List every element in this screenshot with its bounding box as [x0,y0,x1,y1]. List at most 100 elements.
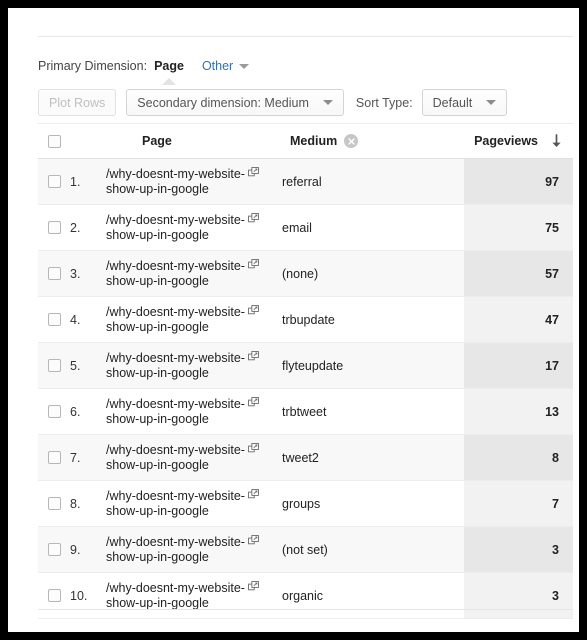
row-index: 4. [70,312,81,327]
row-checkbox[interactable] [47,267,61,280]
plot-rows-button[interactable]: Plot Rows [38,89,117,116]
row-select-cell [38,251,70,296]
page-url-line1: /why-doesnt-my-website- [106,259,245,273]
header-page[interactable]: Page [106,134,278,148]
report-panel: Primary Dimension: Page Other Plot Rows … [8,8,579,632]
row-medium-cell: (not set) [278,527,464,572]
row-checkbox[interactable] [47,175,61,188]
table-row: 3. /why-doesnt-my-website-show-up-in-goog… [38,251,573,297]
medium-value: email [282,220,312,235]
row-select-cell [38,159,70,204]
sort-type-dropdown[interactable]: Default [421,89,508,116]
row-page-cell: /why-doesnt-my-website-show-up-in-google [106,297,278,342]
page-url-line2: show-up-in-google [106,504,209,518]
page-link[interactable]: /why-doesnt-my-website-show-up-in-google [106,535,245,565]
row-select-cell [38,435,70,480]
medium-value: flyteupdate [282,358,344,373]
medium-value: tweet2 [282,450,319,465]
page-url-line1: /why-doesnt-my-website- [106,489,245,503]
row-medium-cell: trbupdate [278,297,464,342]
row-checkbox[interactable] [47,497,61,510]
medium-value: (not set) [282,542,328,557]
page-url-line2: show-up-in-google [106,228,209,242]
row-index: 5. [70,358,81,373]
row-page-cell: /why-doesnt-my-website-show-up-in-google [106,205,278,250]
row-checkbox[interactable] [47,313,61,326]
medium-value: trbtweet [282,404,327,419]
primary-dimension-page-label: Page [154,59,184,73]
medium-value: (none) [282,266,319,281]
page-link[interactable]: /why-doesnt-my-website-show-up-in-google [106,581,245,611]
row-pageviews-cell: 7 [464,481,573,526]
external-link-icon[interactable] [248,351,259,366]
row-medium-cell: (none) [278,251,464,296]
table-body: 1. /why-doesnt-my-website-show-up-in-goog… [38,159,573,619]
arrow-down-icon[interactable] [550,133,563,149]
page-link[interactable]: /why-doesnt-my-website-show-up-in-google [106,213,245,243]
row-checkbox[interactable] [47,405,61,418]
page-url-line1: /why-doesnt-my-website- [106,305,245,319]
row-checkbox[interactable] [47,221,61,234]
secondary-dimension-label: Secondary dimension: Medium [137,95,309,110]
header-medium-label: Medium [290,134,338,148]
external-link-icon[interactable] [248,397,259,412]
medium-value: organic [282,588,323,603]
page-url-line1: /why-doesnt-my-website- [106,213,245,227]
primary-dimension-other-dropdown[interactable]: Other [202,59,250,73]
external-link-icon[interactable] [248,305,259,320]
row-index: 8. [70,496,81,511]
secondary-dimension-dropdown[interactable]: Secondary dimension: Medium [126,89,344,116]
external-link-icon[interactable] [248,535,259,550]
page-link[interactable]: /why-doesnt-my-website-show-up-in-google [106,167,245,197]
page-link[interactable]: /why-doesnt-my-website-show-up-in-google [106,351,245,381]
table-row: 5. /why-doesnt-my-website-show-up-in-goog… [38,343,573,389]
page-link[interactable]: /why-doesnt-my-website-show-up-in-google [106,397,245,427]
external-link-icon[interactable] [248,167,259,182]
plot-rows-label: Plot Rows [49,95,106,110]
row-medium-cell: organic [278,573,464,618]
row-index: 7. [70,450,81,465]
header-medium[interactable]: Medium [278,134,464,148]
page-url-line1: /why-doesnt-my-website- [106,581,245,595]
row-pageviews-cell: 47 [464,297,573,342]
page-url-line2: show-up-in-google [106,366,209,380]
medium-value: referral [282,174,322,189]
row-checkbox[interactable] [47,589,61,602]
page-url-line2: show-up-in-google [106,550,209,564]
row-pageviews-cell: 57 [464,251,573,296]
row-checkbox[interactable] [47,543,61,556]
table-row: 9. /why-doesnt-my-website-show-up-in-goog… [38,527,573,573]
page-url-line2: show-up-in-google [106,320,209,334]
row-pageviews-cell: 97 [464,159,573,204]
row-checkbox[interactable] [47,359,61,372]
row-medium-cell: referral [278,159,464,204]
external-link-icon[interactable] [248,581,259,596]
header-pageviews-label: Pageviews [474,134,538,148]
row-index: 10. [70,588,88,603]
page-link[interactable]: /why-doesnt-my-website-show-up-in-google [106,305,245,335]
external-link-icon[interactable] [248,443,259,458]
select-all-checkbox[interactable] [47,134,61,148]
table-row: 6. /why-doesnt-my-website-show-up-in-goog… [38,389,573,435]
page-link[interactable]: /why-doesnt-my-website-show-up-in-google [106,443,245,473]
table-controls-bar: Plot Rows Secondary dimension: Medium So… [38,82,573,124]
table-row: 8. /why-doesnt-my-website-show-up-in-goog… [38,481,573,527]
external-link-icon[interactable] [248,489,259,504]
page-link[interactable]: /why-doesnt-my-website-show-up-in-google [106,259,245,289]
row-checkbox[interactable] [47,451,61,464]
page-url-line2: show-up-in-google [106,182,209,196]
page-url-line1: /why-doesnt-my-website- [106,443,245,457]
primary-dimension-page-tab[interactable]: Page [154,59,184,85]
row-page-cell: /why-doesnt-my-website-show-up-in-google [106,389,278,434]
header-pageviews[interactable]: Pageviews [464,133,573,149]
external-link-icon[interactable] [248,213,259,228]
page-link[interactable]: /why-doesnt-my-website-show-up-in-google [106,489,245,519]
page-url-line1: /why-doesnt-my-website- [106,397,245,411]
page-url-line1: /why-doesnt-my-website- [106,535,245,549]
row-page-cell: /why-doesnt-my-website-show-up-in-google [106,251,278,296]
top-divider [38,36,573,37]
close-circle-icon[interactable] [344,134,359,148]
external-link-icon[interactable] [248,259,259,274]
table-row: 7. /why-doesnt-my-website-show-up-in-goog… [38,435,573,481]
row-pageviews-cell: 8 [464,435,573,480]
